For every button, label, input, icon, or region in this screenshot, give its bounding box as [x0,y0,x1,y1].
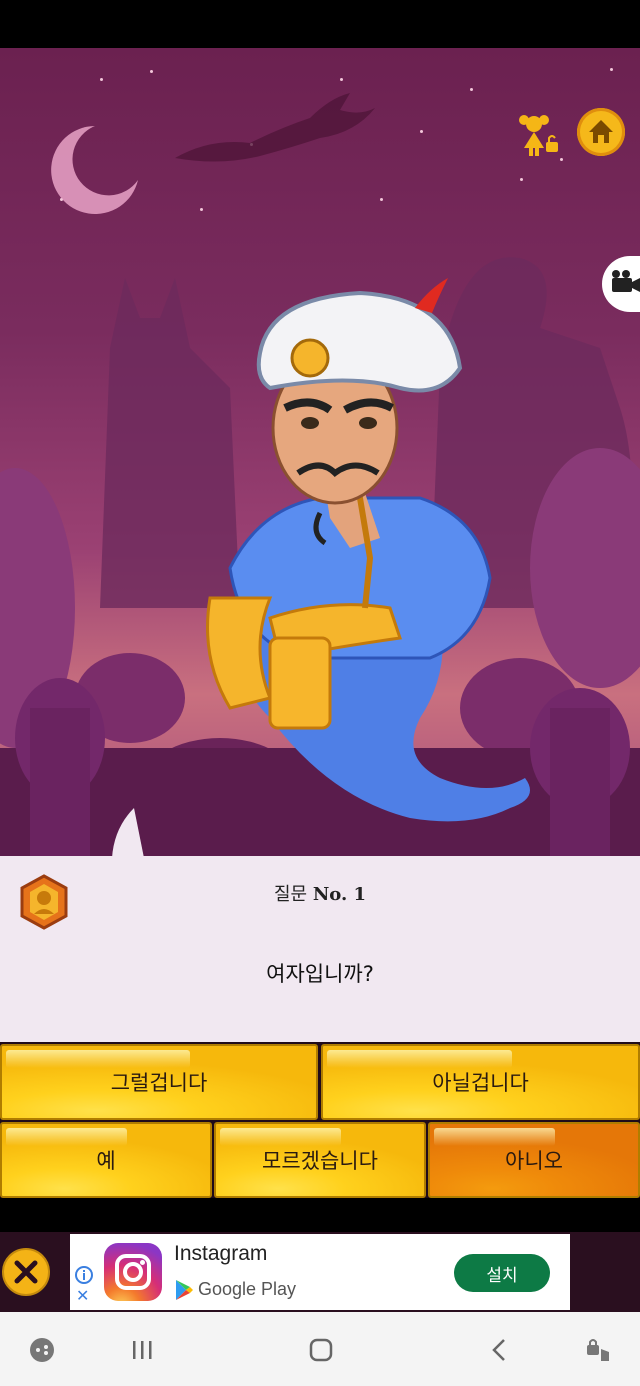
akinator-genie [206,278,530,822]
answer-probably-not-button[interactable]: 아닐겁니다 [321,1044,640,1120]
status-bar [0,0,640,48]
ad-store-name: Google Play [198,1279,297,1299]
ad-close-x-icon[interactable]: ✕ [76,1288,92,1304]
video-camera-icon[interactable] [602,256,640,312]
question-text: 여자입니까? [266,962,374,986]
touch-lock-icon[interactable] [578,1330,618,1370]
question-number: 질문 No. 1 [273,884,367,905]
answer-dont-know-button[interactable]: 모르겠습니다 [214,1122,426,1198]
instagram-logo-icon [104,1243,162,1301]
back-icon[interactable] [480,1330,520,1370]
ad-app-name: Instagram [174,1242,268,1265]
game-scene [0,48,640,856]
answer-probably-button[interactable]: 그럴겁니다 [0,1044,318,1120]
answer-no-button[interactable]: 아니오 [428,1122,640,1198]
home-nav-icon[interactable] [301,1330,341,1370]
close-ad-icon[interactable] [2,1248,50,1296]
girl-lock-icon[interactable] [512,108,564,160]
speech-bubble-tail [112,808,144,858]
ad-info-icon[interactable] [74,1265,94,1285]
recent-apps-icon[interactable] [122,1330,162,1370]
answer-yes-button[interactable]: 예 [0,1122,212,1198]
answer-buttons: 그럴겁니다 아닐겁니다 예 모르겠습니다 아니오 [0,1042,640,1198]
home-icon[interactable] [577,108,625,156]
spacer [0,1198,640,1232]
game-tools-icon[interactable] [22,1330,62,1370]
install-button[interactable]: 설치 [454,1254,550,1292]
google-play-icon [176,1280,193,1300]
